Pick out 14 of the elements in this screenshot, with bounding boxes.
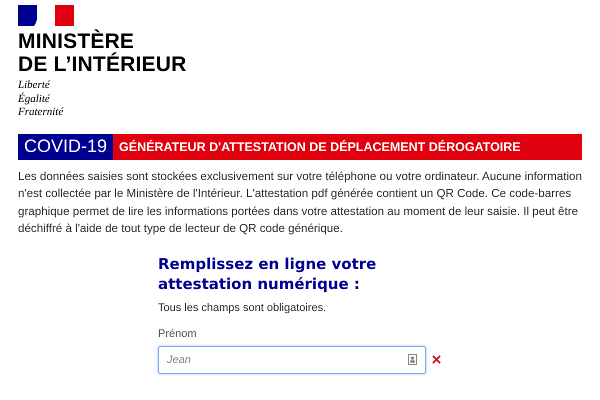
motto-text: Fraternité: [18, 106, 64, 120]
covid-tag: COVID-19: [18, 134, 114, 160]
ministry-name: MINISTÈRE: [18, 30, 134, 53]
field-label: Prénom: [158, 328, 197, 340]
ministry-name: DE L’INTÉRIEUR: [18, 53, 188, 76]
form-heading: Remplissez en ligne votre attestation numérique :: [158, 254, 378, 294]
flag-emblem-icon: [18, 5, 74, 26]
motto-text: Liberté: [18, 79, 51, 92]
motto-text: Égalité: [18, 92, 51, 106]
banner-title: GÉNÉRATEUR D'ATTESTATION DE DÉPLACEMENT DÉROGATOIRE: [118, 138, 522, 156]
required-note: Tous les champs sont obligatoires.: [158, 302, 328, 314]
input-field[interactable]: Jean: [158, 346, 426, 374]
contact-card-icon[interactable]: [408, 354, 417, 364]
intro-paragraph: Les données saisies sont stockées exclusivement sur votre téléphone ou votre ordinateur. Aucune information n'est collectée par le Ministère de l'Intérieur. L'attestation pdf générée contient un QR Code. Ce code-barres graphique permet de lire les informations portées dans votre attestation au moment de leur saisie. Il peut être déchiffré à l'aide de tout type de lecteur de QR code générique.: [18, 168, 582, 237]
